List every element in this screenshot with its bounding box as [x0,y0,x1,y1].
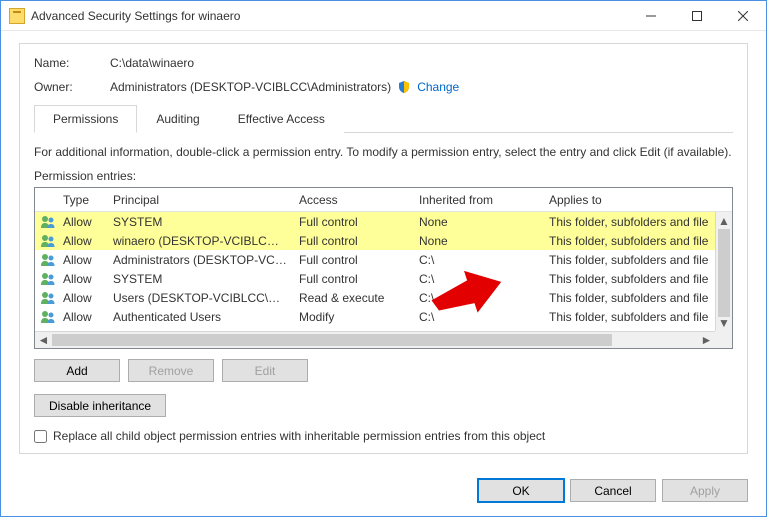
cell-type: Allow [57,234,107,248]
shield-icon [397,80,411,94]
change-owner-link[interactable]: Change [417,80,459,94]
cell-applies: This folder, subfolders and file [543,215,732,229]
maximize-button[interactable] [674,1,720,31]
ok-button[interactable]: OK [478,479,564,502]
tabs: Permissions Auditing Effective Access [34,104,733,133]
cell-access: Full control [293,215,413,229]
replace-children-checkbox[interactable] [34,430,47,443]
cell-applies: This folder, subfolders and file [543,291,732,305]
hint-text: For additional information, double-click… [34,145,733,159]
replace-children-label: Replace all child object permission entr… [53,429,545,443]
users-icon [39,310,57,324]
scroll-corner [715,331,732,348]
scroll-down-icon[interactable]: ▼ [716,314,732,331]
apply-button[interactable]: Apply [662,479,748,502]
cell-type: Allow [57,291,107,305]
cell-access: Full control [293,253,413,267]
table-row[interactable]: AllowAuthenticated UsersModifyC:\This fo… [35,307,732,326]
remove-button[interactable]: Remove [128,359,214,382]
security-dialog: Advanced Security Settings for winaero N… [0,0,767,517]
cell-type: Allow [57,310,107,324]
scroll-right-icon[interactable]: ► [698,332,715,348]
cell-access: Full control [293,272,413,286]
cell-access: Full control [293,234,413,248]
scroll-left-icon[interactable]: ◄ [35,332,52,348]
cell-inherited: C:\ [413,291,543,305]
edit-button[interactable]: Edit [222,359,308,382]
cell-principal: SYSTEM [107,215,293,229]
add-button[interactable]: Add [34,359,120,382]
cell-principal: Administrators (DESKTOP-VCI... [107,253,293,267]
cell-applies: This folder, subfolders and file [543,234,732,248]
cell-principal: SYSTEM [107,272,293,286]
vertical-scrollbar[interactable]: ▲ ▼ [715,212,732,331]
cell-type: Allow [57,272,107,286]
disable-inheritance-button[interactable]: Disable inheritance [34,394,166,417]
permissions-table: Type Principal Access Inherited from App… [34,187,733,349]
users-icon [39,234,57,248]
cell-principal: Users (DESKTOP-VCIBLCC\Us... [107,291,293,305]
col-principal[interactable]: Principal [107,193,293,207]
col-type[interactable]: Type [57,193,107,207]
cell-inherited: C:\ [413,272,543,286]
close-button[interactable] [720,1,766,31]
titlebar: Advanced Security Settings for winaero [1,1,766,31]
cell-inherited: C:\ [413,310,543,324]
info-group: Name: C:\data\winaero Owner: Administrat… [19,43,748,454]
scroll-up-icon[interactable]: ▲ [716,212,732,229]
users-icon [39,215,57,229]
name-value: C:\data\winaero [110,56,194,70]
users-icon [39,253,57,267]
cell-applies: This folder, subfolders and file [543,253,732,267]
tab-permissions[interactable]: Permissions [34,105,137,133]
col-access[interactable]: Access [293,193,413,207]
cell-inherited: None [413,215,543,229]
cell-applies: This folder, subfolders and file [543,272,732,286]
users-icon [39,291,57,305]
cell-principal: winaero (DESKTOP-VCIBLCC\... [107,234,293,248]
window-title: Advanced Security Settings for winaero [31,9,628,23]
name-label: Name: [34,56,110,70]
scroll-thumb[interactable] [718,229,730,317]
cell-inherited: C:\ [413,253,543,267]
cell-type: Allow [57,253,107,267]
cell-type: Allow [57,215,107,229]
horizontal-scrollbar[interactable]: ◄ ► [35,331,715,348]
owner-label: Owner: [34,80,110,94]
col-inherited[interactable]: Inherited from [413,193,543,207]
table-row[interactable]: AllowUsers (DESKTOP-VCIBLCC\Us...Read & … [35,288,732,307]
cancel-button[interactable]: Cancel [570,479,656,502]
cell-applies: This folder, subfolders and file [543,310,732,324]
entries-label: Permission entries: [34,169,733,183]
table-row[interactable]: AllowAdministrators (DESKTOP-VCI...Full … [35,250,732,269]
cell-inherited: None [413,234,543,248]
cell-principal: Authenticated Users [107,310,293,324]
folder-icon [9,8,25,24]
tab-effective-access[interactable]: Effective Access [219,105,344,133]
table-row[interactable]: AllowSYSTEMFull controlC:\This folder, s… [35,269,732,288]
minimize-button[interactable] [628,1,674,31]
users-icon [39,272,57,286]
cell-access: Modify [293,310,413,324]
table-row[interactable]: Allowwinaero (DESKTOP-VCIBLCC\...Full co… [35,231,732,250]
cell-access: Read & execute [293,291,413,305]
scroll-thumb-h[interactable] [52,334,612,346]
tab-auditing[interactable]: Auditing [137,105,218,133]
col-applies[interactable]: Applies to [543,193,732,207]
table-row[interactable]: AllowSYSTEMFull controlNoneThis folder, … [35,212,732,231]
owner-value: Administrators (DESKTOP-VCIBLCC\Administ… [110,80,391,94]
